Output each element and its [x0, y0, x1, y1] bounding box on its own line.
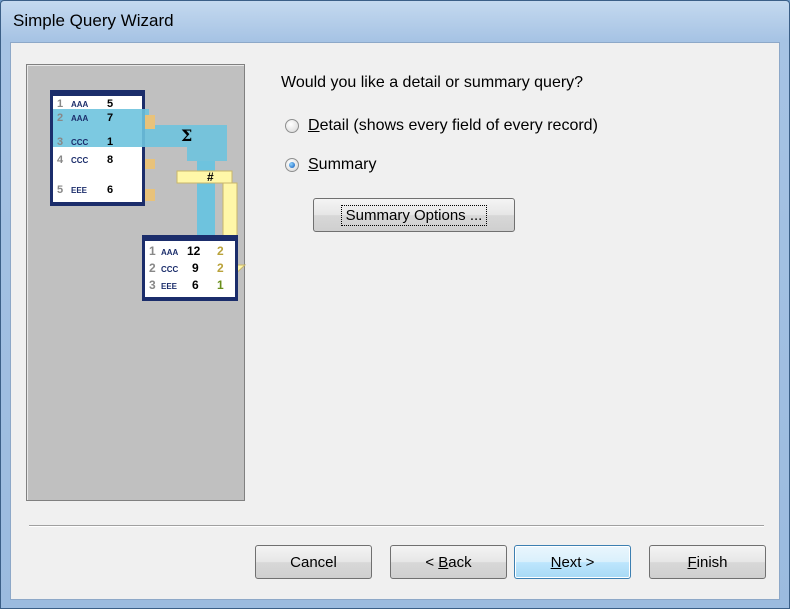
result-row-num: 2 [149, 261, 156, 275]
result-row-code: AAA [161, 248, 179, 257]
result-row-count: 2 [217, 244, 224, 258]
detail-radio[interactable] [285, 119, 299, 133]
summary-option-label: Summary [308, 156, 377, 173]
summary-option[interactable]: Summary [285, 156, 376, 174]
source-row-code: EEE [71, 186, 88, 195]
result-row-code: EEE [161, 282, 178, 291]
button-separator [29, 525, 764, 527]
source-row-value: 6 [107, 184, 113, 196]
source-row-num: 2 [57, 112, 63, 124]
wizard-window: Simple Query Wizard Σ # 1 AAA 5 2 AAA 7 … [0, 0, 790, 609]
next-label: Next > [550, 553, 595, 571]
summary-radio[interactable] [285, 158, 299, 172]
sum-symbol: Σ [181, 126, 192, 145]
source-row-value: 1 [107, 136, 113, 148]
count-symbol: # [207, 170, 214, 184]
source-row-code: CCC [71, 138, 89, 147]
result-row-sum: 6 [192, 278, 199, 292]
count-bar [176, 170, 233, 184]
back-button[interactable]: < Back [390, 545, 507, 579]
source-row-code: AAA [71, 114, 89, 123]
source-row-num: 1 [57, 98, 63, 110]
next-button[interactable]: Next > [514, 545, 631, 579]
illustration-panel: Σ # 1 AAA 5 2 AAA 7 3 CCC 1 4 CCC 8 5 EE… [26, 64, 247, 501]
detail-option-label: Detail (shows every field of every recor… [308, 117, 598, 134]
finish-label: Finish [687, 553, 728, 571]
title-bar[interactable]: Simple Query Wizard [1, 1, 789, 41]
detail-option[interactable]: Detail (shows every field of every recor… [285, 117, 598, 135]
cancel-button[interactable]: Cancel [255, 545, 372, 579]
summary-options-label: Summary Options ... [340, 204, 488, 226]
result-row-count: 2 [217, 261, 224, 275]
source-row-value: 5 [107, 98, 113, 110]
wizard-body: Σ # 1 AAA 5 2 AAA 7 3 CCC 1 4 CCC 8 5 EE… [10, 42, 780, 600]
result-row-sum: 9 [192, 261, 199, 275]
result-row-num: 1 [149, 244, 156, 258]
source-row-num: 4 [57, 154, 64, 166]
summary-options-button[interactable]: Summary Options ... [313, 198, 515, 232]
source-row-num: 3 [57, 136, 63, 148]
source-row-value: 7 [107, 112, 113, 124]
source-row-code: CCC [71, 156, 89, 165]
query-type-question: Would you like a detail or summary query… [281, 74, 584, 91]
finish-button[interactable]: Finish [649, 545, 766, 579]
result-row-code: CCC [161, 265, 179, 274]
result-row-sum: 12 [187, 244, 201, 258]
source-row-code: AAA [71, 100, 89, 109]
cancel-label: Cancel [290, 553, 337, 571]
group-tab [145, 115, 155, 129]
group-tab [145, 189, 155, 201]
summary-query-illustration: Σ # 1 AAA 5 2 AAA 7 3 CCC 1 4 CCC 8 5 EE… [50, 90, 247, 301]
source-row-num: 5 [57, 184, 63, 196]
result-row-num: 3 [149, 278, 156, 292]
group-tab [145, 159, 155, 169]
result-row-count: 1 [217, 278, 224, 292]
back-label: < Back [425, 553, 472, 571]
window-title: Simple Query Wizard [13, 11, 174, 30]
source-row-value: 8 [107, 154, 113, 166]
